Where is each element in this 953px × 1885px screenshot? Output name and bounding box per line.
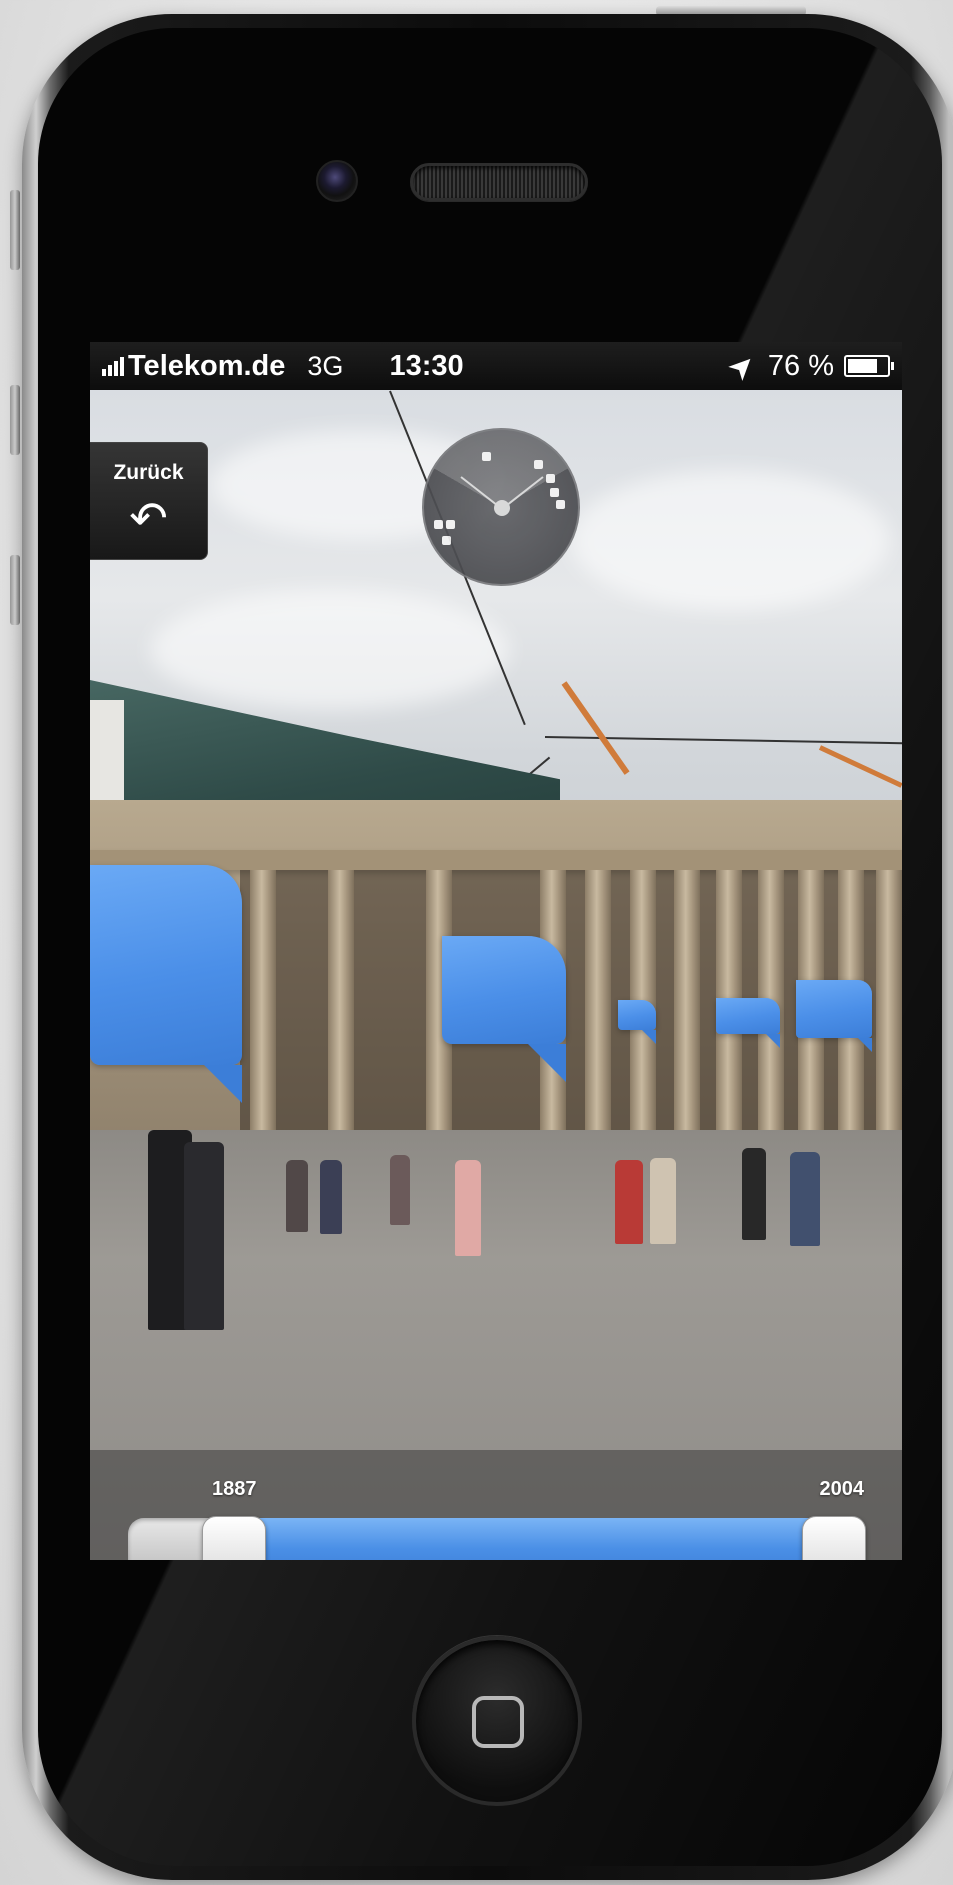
cloud xyxy=(570,470,890,610)
pedestrian xyxy=(615,1160,643,1244)
back-button[interactable]: Zurück ↶ xyxy=(90,442,208,560)
column xyxy=(250,870,276,1160)
column xyxy=(674,870,700,1160)
volume-up-button xyxy=(10,385,20,455)
status-bar: Telekom.de 3G 13:30 ➤ 76 % xyxy=(90,342,902,390)
radar-compass-icon[interactable] xyxy=(422,428,580,586)
timeline-start-handle[interactable] xyxy=(202,1516,266,1560)
radar-poi-dot xyxy=(434,520,443,529)
radar-poi-dot xyxy=(550,488,559,497)
radar-poi-dot xyxy=(442,536,451,545)
pedestrian xyxy=(184,1142,224,1330)
radar-poi-dot xyxy=(534,460,543,469)
timeline-end-handle[interactable] xyxy=(802,1516,866,1560)
radar-poi-dot xyxy=(446,520,455,529)
pedestrian xyxy=(455,1160,481,1256)
pedestrian xyxy=(742,1148,766,1240)
timeline-slider-panel: 1887 2004 xyxy=(90,1450,902,1560)
timeline-end-year: 2004 xyxy=(819,1478,865,1500)
timeline-start-year: 1887 xyxy=(212,1478,257,1500)
pedestrian xyxy=(320,1160,342,1234)
poi-bubble-medium[interactable] xyxy=(442,936,566,1082)
radar-center xyxy=(494,500,510,516)
carrier-name: Telekom.de xyxy=(128,349,286,382)
poi-bubble-small[interactable] xyxy=(716,998,780,1048)
back-button-label: Zurück xyxy=(113,461,184,484)
location-arrow-icon: ➤ xyxy=(722,346,762,386)
undo-arrow-icon: ↶ xyxy=(129,492,168,544)
status-time: 13:30 xyxy=(389,349,464,382)
battery-percentage: 76 % xyxy=(767,349,834,382)
timeline-selected-range xyxy=(224,1518,852,1560)
poi-bubble-large[interactable] xyxy=(90,865,242,1103)
pedestrian xyxy=(286,1160,308,1232)
mute-switch xyxy=(10,190,20,270)
front-camera-icon xyxy=(316,160,358,202)
radar-poi-dot xyxy=(556,500,565,509)
ar-camera-view[interactable]: Zurück ↶ 1887 2004 xyxy=(90,390,902,1560)
pedestrian xyxy=(790,1152,820,1246)
radar-poi-dot xyxy=(482,452,491,461)
home-button-icon[interactable] xyxy=(412,1636,582,1806)
network-type: 3G xyxy=(307,350,344,381)
volume-down-button xyxy=(10,555,20,625)
battery-icon xyxy=(844,355,894,377)
radar-poi-dot xyxy=(546,474,555,483)
signal-bars-icon xyxy=(102,356,124,376)
home-square-icon xyxy=(472,1696,524,1748)
earpiece-speaker xyxy=(410,163,588,201)
cloud xyxy=(150,590,510,710)
column xyxy=(585,870,611,1160)
column xyxy=(328,870,354,1160)
poi-bubble-small[interactable] xyxy=(618,1000,656,1044)
pedestrian xyxy=(390,1155,410,1225)
pedestrian xyxy=(650,1158,676,1244)
column xyxy=(876,870,902,1160)
poi-bubble-small[interactable] xyxy=(796,980,872,1052)
app-screen: Telekom.de 3G 13:30 ➤ 76 % Zurück ↶ 1887… xyxy=(90,342,902,1560)
